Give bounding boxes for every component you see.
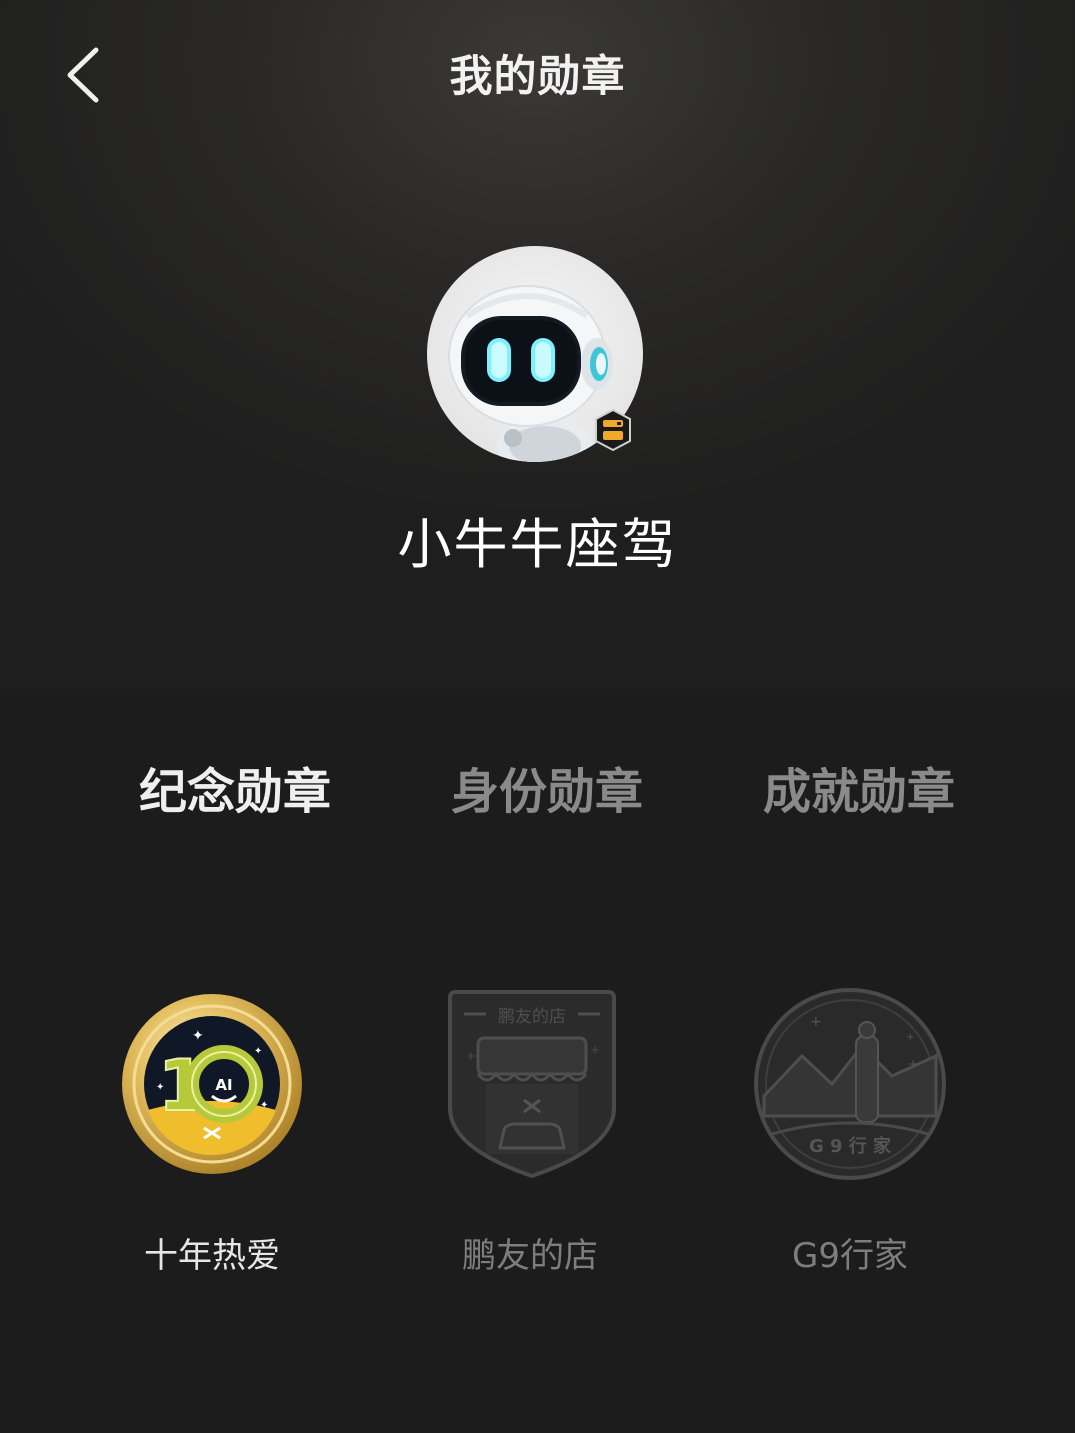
svg-text:+: + <box>908 1057 918 1071</box>
svg-text:鹏友的店: 鹏友的店 <box>498 1007 566 1027</box>
medal-label-ten-years-love: 十年热爱 <box>144 1236 280 1276</box>
tab-commemorative-medals[interactable]: 纪念勋章 <box>110 752 360 822</box>
medal-label-friends-shop: 鹏友的店 <box>462 1236 598 1276</box>
svg-text:+: + <box>590 1043 600 1057</box>
user-nickname: 小牛牛座驾 <box>397 513 678 576</box>
svg-text:+: + <box>906 1032 914 1043</box>
tab-identity-medals[interactable]: 身份勋章 <box>422 752 672 822</box>
svg-text:G 9 行 家: G 9 行 家 <box>809 1135 892 1157</box>
svg-text:AI: AI <box>215 1076 232 1094</box>
svg-text:✦: ✦ <box>156 1082 164 1093</box>
svg-text:+: + <box>810 1014 822 1030</box>
svg-text:✦: ✦ <box>260 1100 268 1111</box>
svg-text:+: + <box>466 1049 476 1063</box>
page-title: 我的勋章 <box>449 52 626 102</box>
medal-label-g9-expert: G9行家 <box>792 1236 908 1276</box>
svg-text:✦: ✦ <box>192 1028 204 1044</box>
tab-achievement-medals[interactable]: 成就勋章 <box>734 752 984 822</box>
shop-medal-icon: 鹏友的店 + + <box>448 990 616 1179</box>
medal-friends-shop[interactable]: 鹏友的店 + + <box>446 988 618 1180</box>
g9-expert-medal-icon: G 9 行 家 + + + <box>754 988 946 1180</box>
medal-10-years-icon: 1 AI ✦ ✦ ✦ ✦ <box>122 994 302 1174</box>
avatar[interactable] <box>427 246 643 462</box>
level-badge-icon <box>593 408 633 452</box>
medals-screen: 我的勋章 小牛牛座驾 纪念勋章 身份勋章 成就勋章 1 AI ✦ ✦ ✦ ✦ 十… <box>0 0 1075 1433</box>
svg-text:✦: ✦ <box>254 1046 262 1057</box>
medal-ten-years-love[interactable]: 1 AI ✦ ✦ ✦ ✦ <box>120 992 304 1176</box>
medal-g9-expert[interactable]: G 9 行 家 + + + <box>752 986 948 1182</box>
